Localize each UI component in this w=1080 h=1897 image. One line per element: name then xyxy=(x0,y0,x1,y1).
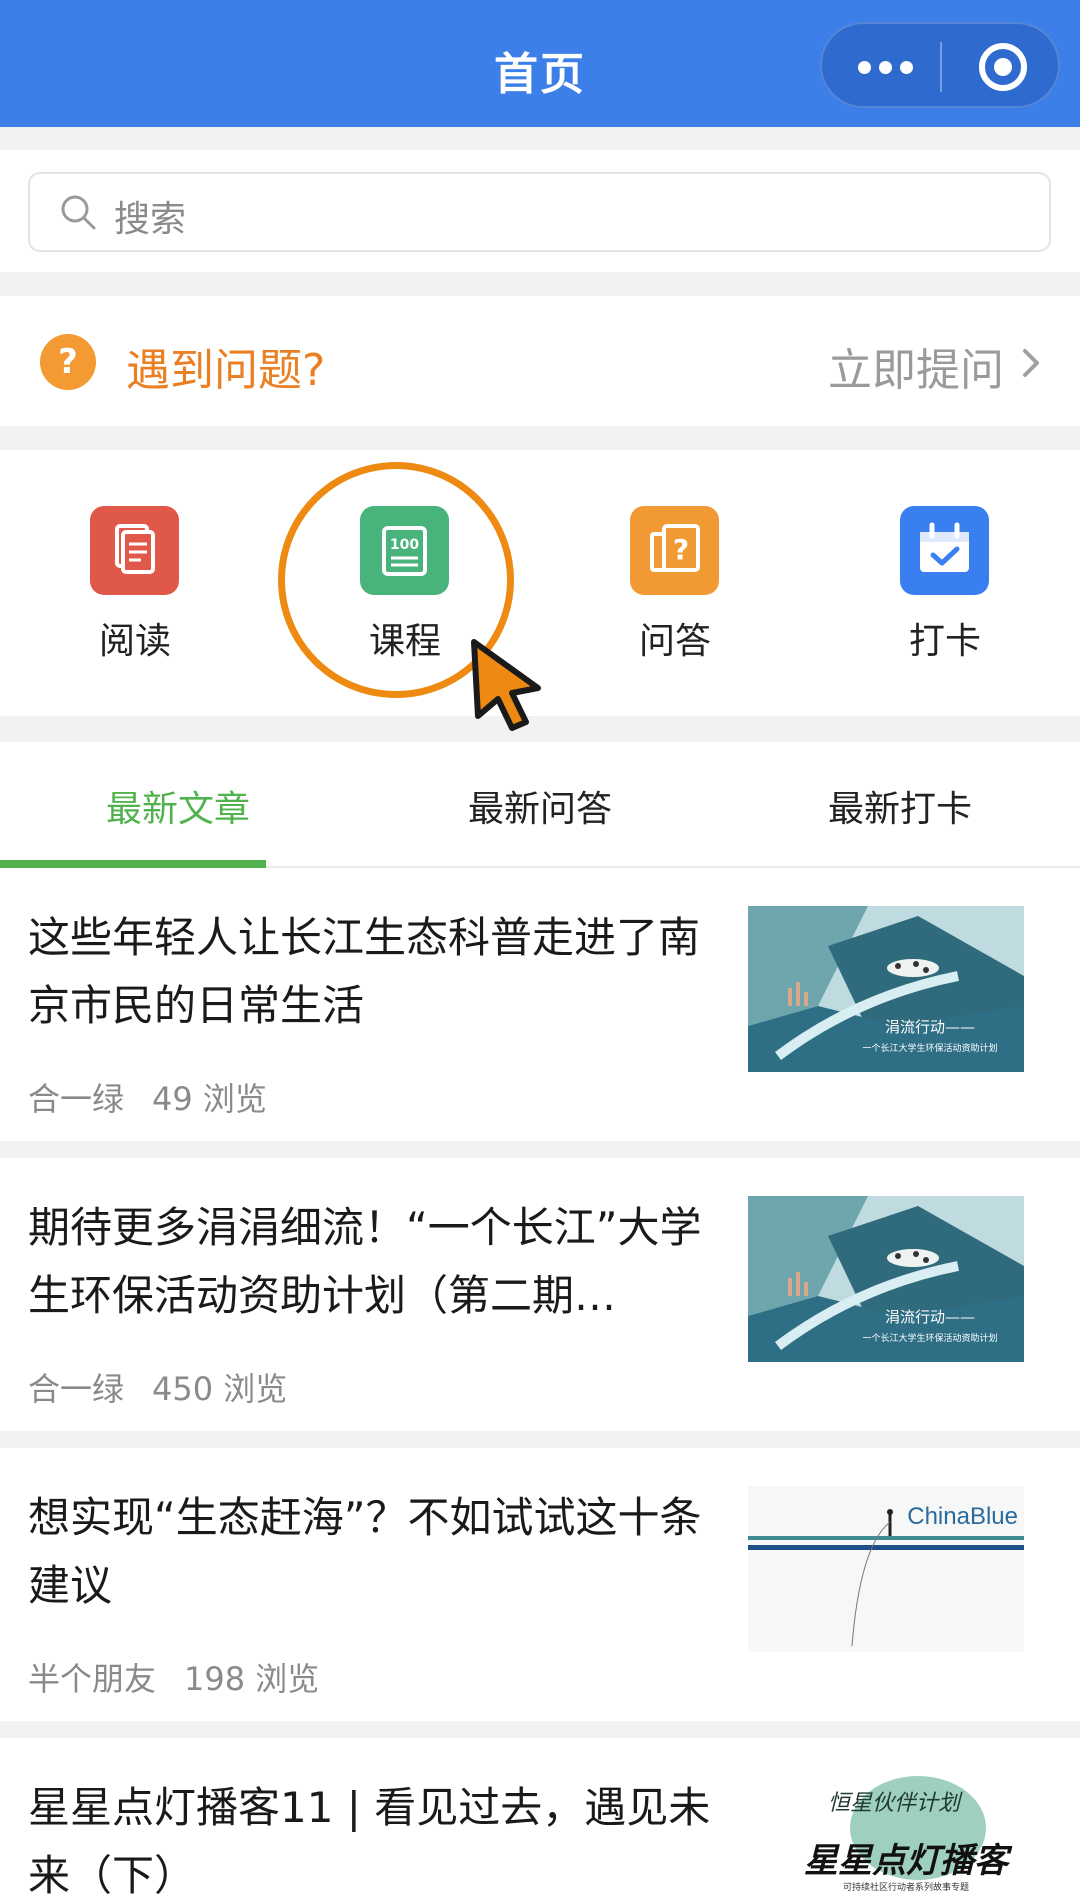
article-title[interactable]: 想实现“生态赶海”？不如试试这十条建议 xyxy=(28,1484,718,1620)
article-meta: 半个朋友 198 浏览 xyxy=(28,1654,319,1700)
search-icon xyxy=(61,195,96,230)
tab-active-indicator xyxy=(0,860,266,868)
article-thumbnail[interactable]: 涓流行动—— 一个长江大学生环保活动资助计划 xyxy=(748,1196,1024,1362)
grid-item-checkin[interactable]: 打卡 xyxy=(810,450,1080,716)
svg-text:恒星伙伴计划: 恒星伙伴计划 xyxy=(828,1791,963,1816)
svg-text:涓流行动——: 涓流行动—— xyxy=(885,1308,975,1326)
list-item[interactable]: 期待更多涓涓细流！“一个长江”大学生环保活动资助计划（第二期… 合一绿 450 浏… xyxy=(0,1158,1080,1431)
ask-now-link[interactable]: 立即提问 xyxy=(828,334,1004,398)
svg-text:星星点灯播客: 星星点灯播客 xyxy=(804,1841,1013,1881)
grid-label: 问答 xyxy=(638,621,711,662)
problem-prompt: 遇到问题? xyxy=(126,345,326,396)
close-circle-icon[interactable] xyxy=(979,43,1027,91)
article-title[interactable]: 期待更多涓涓细流！“一个长江”大学生环保活动资助计划（第二期… xyxy=(28,1194,718,1330)
article-views: 450 浏览 xyxy=(152,1370,288,1408)
search-section: 搜索 xyxy=(0,150,1080,272)
checkin-calendar-icon xyxy=(900,506,989,595)
tab-bar: 最新文章 最新问答 最新打卡 xyxy=(0,742,1080,868)
tab-latest-checkin[interactable]: 最新打卡 xyxy=(720,780,1080,832)
article-thumbnail[interactable]: 恒星伙伴计划 星星点灯播客 可持续社区行动者系列故事专题 xyxy=(748,1758,1024,1897)
nav-bar: 首页 xyxy=(0,0,1080,127)
question-icon: ? xyxy=(40,334,96,390)
article-author: 半个朋友 xyxy=(28,1660,157,1698)
grid-label: 阅读 xyxy=(98,621,171,662)
article-meta: 合一绿 450 浏览 xyxy=(28,1364,287,1410)
article-title[interactable]: 这些年轻人让长江生态科普走进了南京市民的日常生活 xyxy=(28,904,718,1040)
article-views: 198 浏览 xyxy=(184,1660,320,1698)
article-author: 合一绿 xyxy=(28,1370,125,1408)
svg-text:?: ? xyxy=(673,533,689,566)
list-item[interactable]: 星星点灯播客11 | 看见过去，遇见未来（下） 恒星伙伴计划 星星点灯播客 可持… xyxy=(0,1738,1080,1897)
tab-latest-articles[interactable]: 最新文章 xyxy=(0,780,356,832)
qa-icon: ? xyxy=(630,506,719,595)
pointer-cursor-icon xyxy=(471,639,541,731)
article-author: 合一绿 xyxy=(28,1080,125,1118)
reading-icon xyxy=(90,506,179,595)
grid-item-reading[interactable]: 阅读 xyxy=(0,450,270,716)
chevron-right-icon xyxy=(1023,349,1039,377)
more-icon[interactable] xyxy=(858,58,914,76)
article-meta: 合一绿 49 浏览 xyxy=(28,1074,267,1120)
list-item[interactable]: 这些年轻人让长江生态科普走进了南京市民的日常生活 合一绿 49 浏览 涓流行动——… xyxy=(0,868,1080,1141)
mini-program-capsule xyxy=(820,22,1060,108)
grid-label: 打卡 xyxy=(908,621,981,662)
capsule-divider xyxy=(940,42,942,92)
article-title[interactable]: 星星点灯播客11 | 看见过去，遇见未来（下） xyxy=(28,1774,718,1897)
grid-item-qa[interactable]: ? 问答 xyxy=(540,450,810,716)
svg-text:一个长江大学生环保活动资助计划: 一个长江大学生环保活动资助计划 xyxy=(862,1042,997,1054)
list-item[interactable]: 想实现“生态赶海”？不如试试这十条建议 半个朋友 198 浏览 ChinaBlue xyxy=(0,1448,1080,1721)
article-thumbnail[interactable]: ChinaBlue xyxy=(748,1486,1024,1652)
svg-text:ChinaBlue: ChinaBlue xyxy=(907,1503,1018,1530)
ask-question-bar[interactable]: ? 遇到问题? 立即提问 xyxy=(0,296,1080,426)
tab-latest-qa[interactable]: 最新问答 xyxy=(360,780,720,832)
article-views: 49 浏览 xyxy=(152,1080,267,1118)
svg-text:可持续社区行动者系列故事专题: 可持续社区行动者系列故事专题 xyxy=(843,1881,969,1893)
svg-text:一个长江大学生环保活动资助计划: 一个长江大学生环保活动资助计划 xyxy=(862,1332,997,1344)
article-list: 这些年轻人让长江生态科普走进了南京市民的日常生活 合一绿 49 浏览 涓流行动——… xyxy=(0,868,1080,1897)
svg-text:涓流行动——: 涓流行动—— xyxy=(885,1018,975,1036)
search-input[interactable]: 搜索 xyxy=(28,172,1051,252)
article-thumbnail[interactable]: 涓流行动—— 一个长江大学生环保活动资助计划 xyxy=(748,906,1024,1072)
search-placeholder: 搜索 xyxy=(114,199,187,240)
